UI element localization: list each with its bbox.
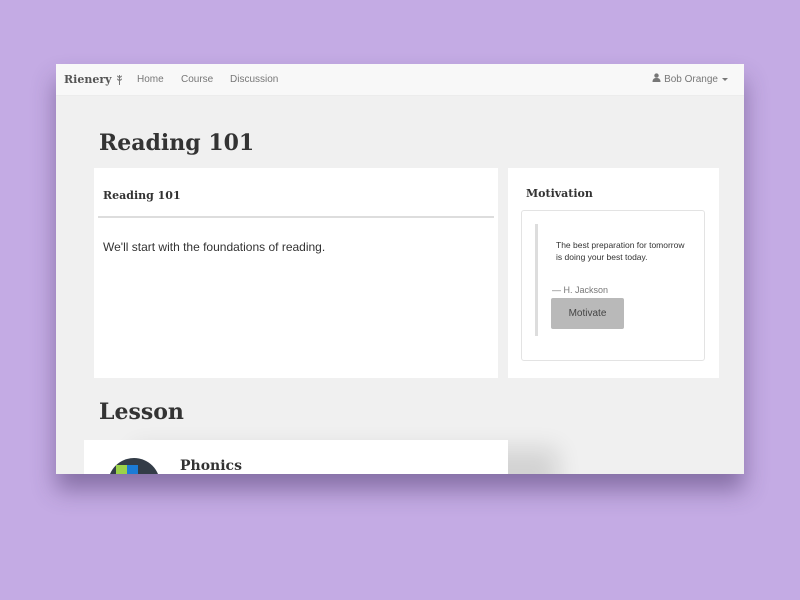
- logo-square-green: [116, 465, 127, 474]
- wheat-icon: [115, 74, 124, 86]
- nav-home-link[interactable]: Home: [137, 74, 164, 85]
- motivation-panel: Motivation The best preparation for tomo…: [508, 168, 719, 378]
- chevron-down-icon: [722, 77, 728, 81]
- user-icon: [652, 73, 661, 85]
- nav-discussion-link[interactable]: Discussion: [230, 74, 278, 85]
- app-window: Rienery Home Course Discussion Bob Orang…: [56, 64, 744, 474]
- lesson-section-title: Lesson: [99, 399, 184, 425]
- course-panel: Reading 101 We'll start with the foundat…: [94, 168, 498, 378]
- lesson-logo-icon: [108, 458, 160, 474]
- quote-box: The best preparation for tomorrow is doi…: [521, 210, 705, 361]
- page-title: Reading 101: [99, 130, 255, 156]
- quote-author: — H. Jackson: [552, 285, 609, 295]
- logo-square-blue: [127, 465, 138, 474]
- brand-logo[interactable]: Rienery: [64, 73, 124, 86]
- brand-name: Rienery: [64, 73, 112, 86]
- user-menu[interactable]: Bob Orange: [652, 73, 728, 85]
- divider: [98, 216, 494, 218]
- motivation-heading: Motivation: [526, 187, 593, 200]
- nav-course-link[interactable]: Course: [181, 74, 213, 85]
- course-panel-heading: Reading 101: [103, 189, 181, 202]
- lesson-card[interactable]: Phonics: [84, 440, 508, 474]
- motivate-button[interactable]: Motivate: [551, 298, 624, 329]
- lesson-title: Phonics: [180, 458, 242, 474]
- blockquote-bar: [535, 224, 538, 336]
- user-name: Bob Orange: [664, 73, 718, 85]
- navbar: Rienery Home Course Discussion Bob Orang…: [56, 64, 744, 96]
- course-description: We'll start with the foundations of read…: [103, 240, 326, 254]
- quote-text: The best preparation for tomorrow is doi…: [556, 240, 685, 262]
